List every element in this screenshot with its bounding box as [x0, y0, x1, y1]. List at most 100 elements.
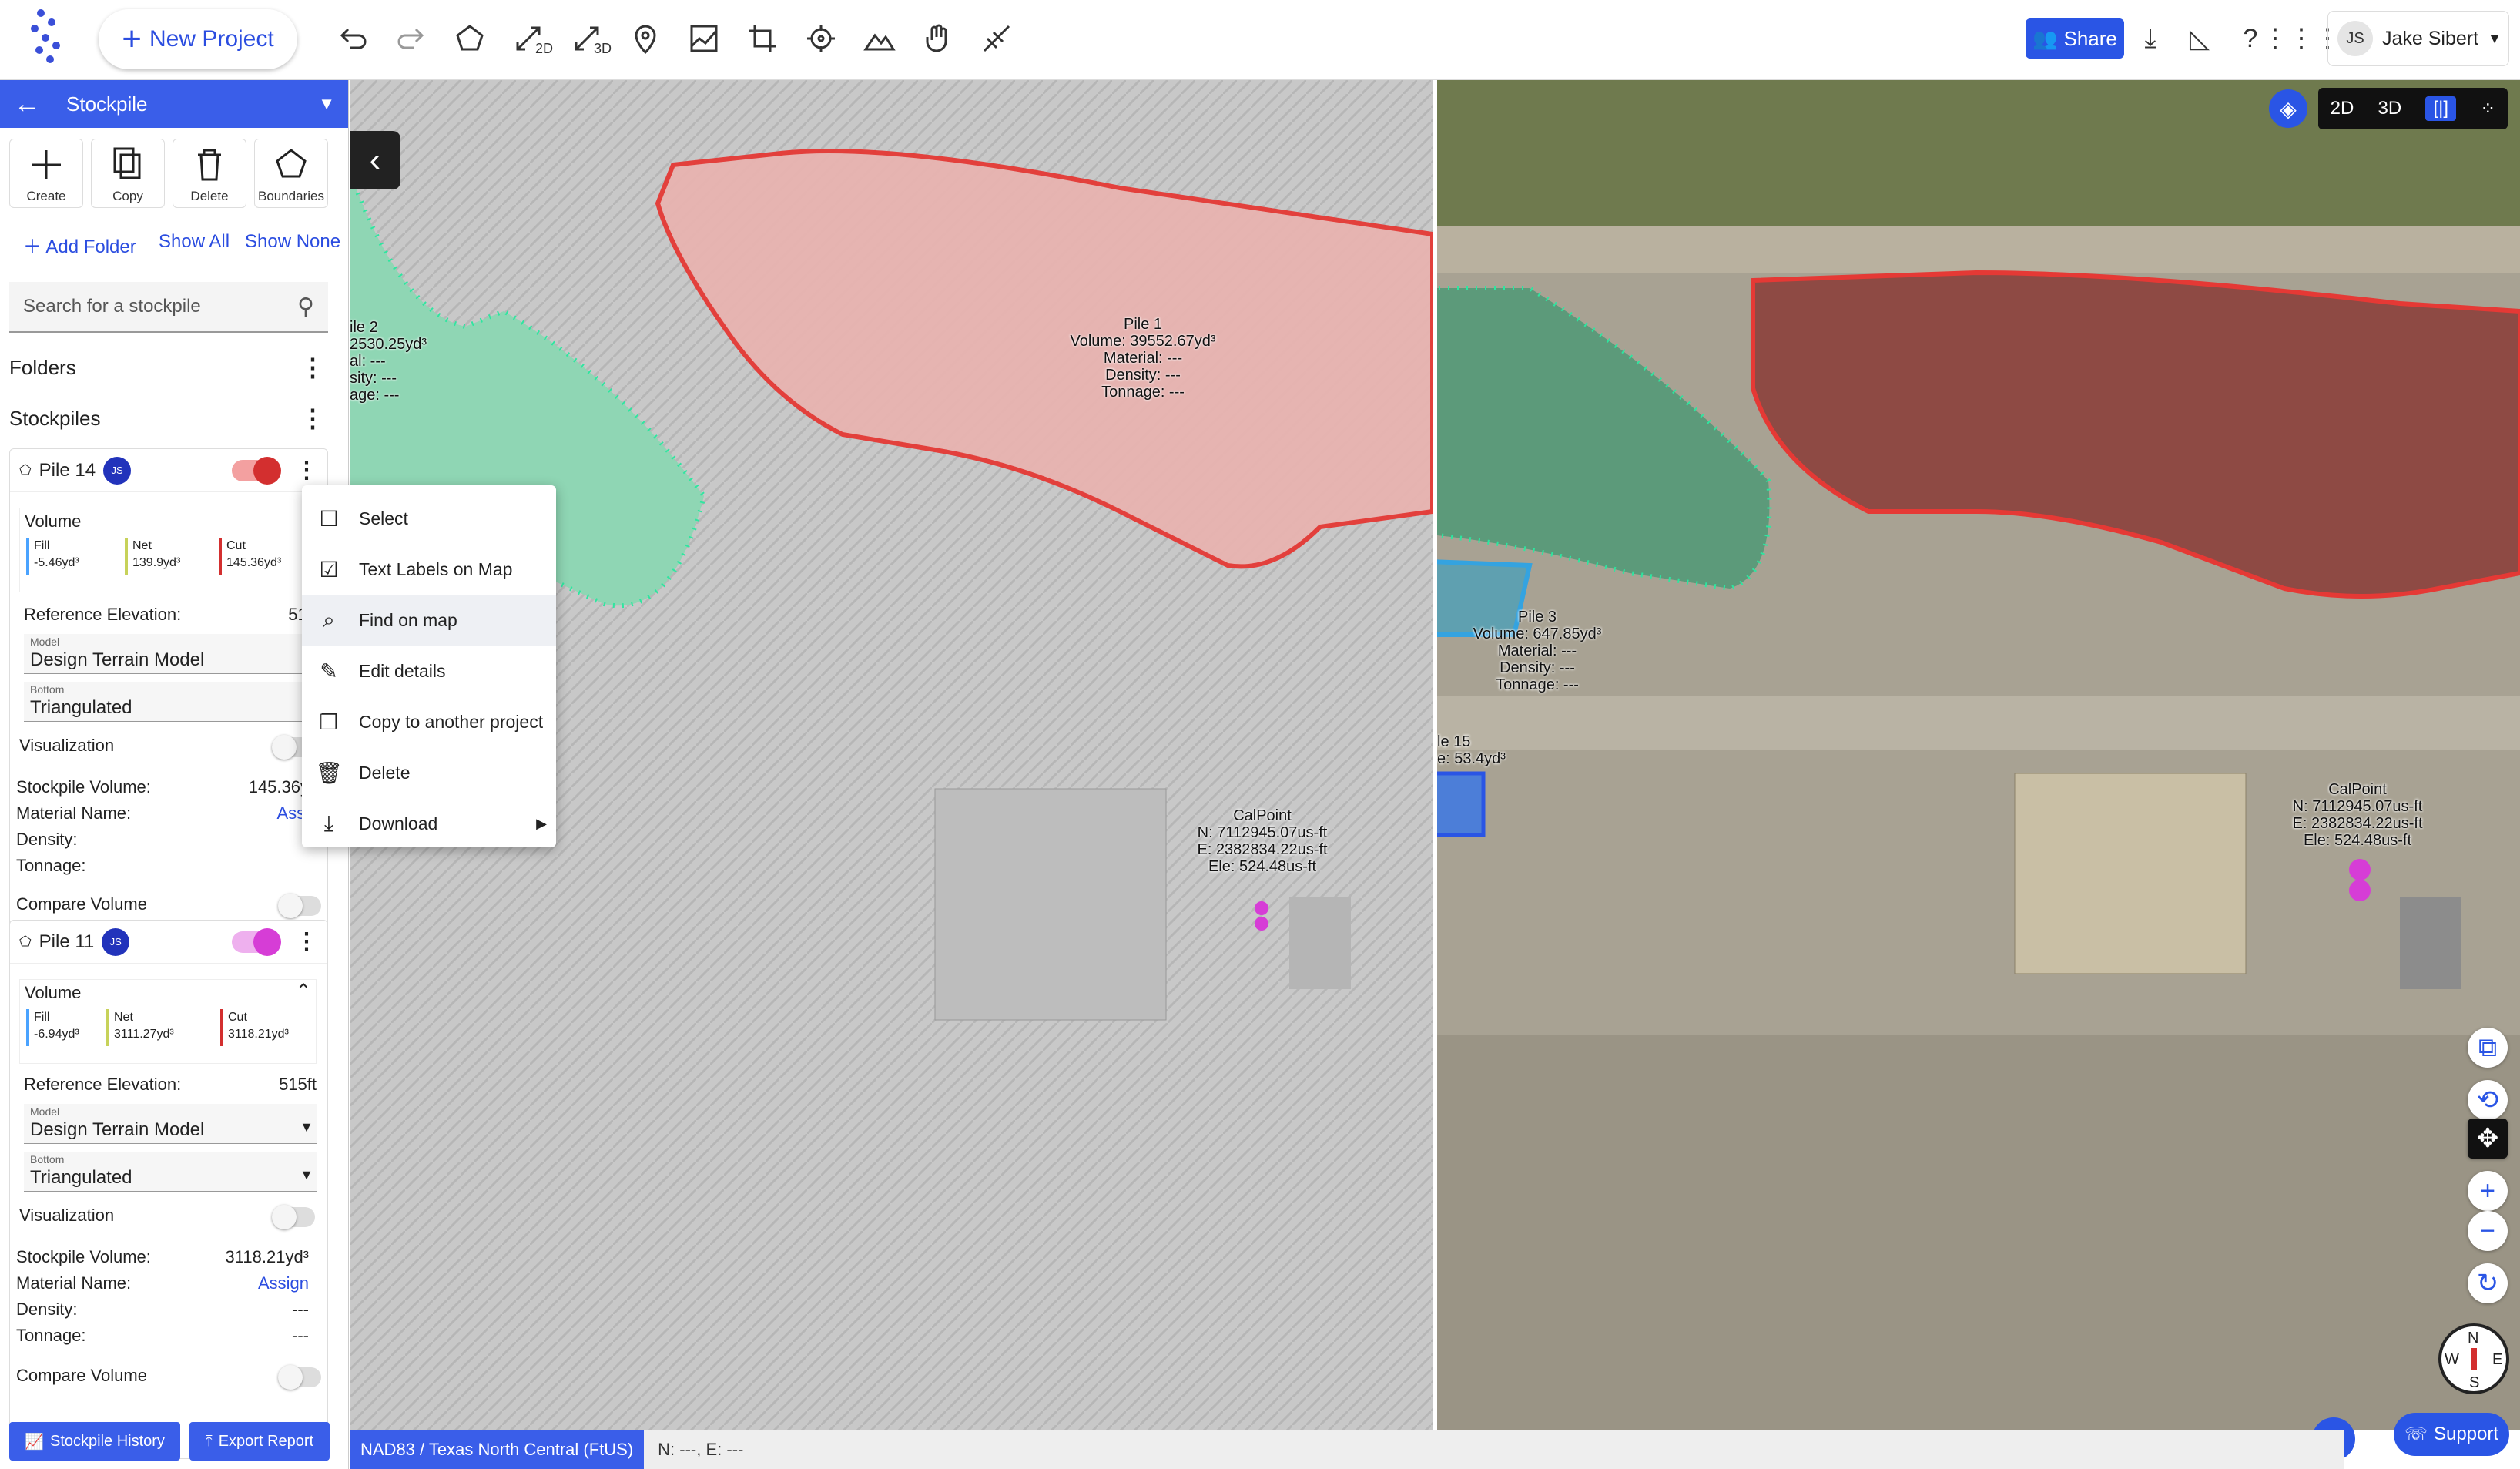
volume-label: Volume: [25, 511, 82, 531]
export-report-button[interactable]: ⤒ Export Report: [189, 1422, 330, 1461]
menu-item-select[interactable]: ☐ Select: [302, 493, 556, 544]
apps-grid-icon[interactable]: ⋮⋮⋮: [2262, 22, 2341, 55]
menu-item-text-labels[interactable]: ☑ Text Labels on Map: [302, 544, 556, 595]
calpoint-marker[interactable]: [2349, 859, 2371, 880]
compass-e: E: [2492, 1351, 2503, 1368]
label-line: al: ---: [350, 353, 386, 370]
user-menu[interactable]: JS Jake Sibert ▼: [2327, 11, 2509, 66]
new-project-button[interactable]: + New Project: [99, 9, 297, 69]
ruler-icon[interactable]: ◺: [2183, 22, 2217, 55]
crs-label[interactable]: NAD83 / Texas North Central (FtUS): [350, 1430, 645, 1469]
download-icon[interactable]: ⤓: [2133, 22, 2167, 55]
find-label: Find on map: [359, 609, 457, 630]
more-vertical-icon[interactable]: ⋮: [300, 404, 325, 433]
visualization-row: Visualization: [19, 736, 312, 756]
cut-label: Cut: [226, 539, 246, 552]
menu-item-delete[interactable]: 🗑 Delete: [302, 747, 556, 798]
create-button[interactable]: Create: [9, 139, 83, 208]
visibility-toggle[interactable]: [232, 456, 281, 485]
crop-icon[interactable]: [741, 17, 784, 60]
chevron-down-icon[interactable]: ▼: [318, 94, 335, 114]
add-folder-link[interactable]: ＋ Add Folder: [23, 231, 136, 258]
zoom-in-button[interactable]: +: [2468, 1171, 2508, 1211]
app-logo[interactable]: [29, 8, 68, 69]
fill-label: Fill: [34, 539, 50, 552]
assign-link[interactable]: Assign: [258, 1273, 309, 1293]
rotate-view-icon[interactable]: ⟲: [2468, 1080, 2508, 1120]
pile14-header[interactable]: ⬠ Pile 14 JS ⋮: [10, 449, 327, 492]
chevron-down-icon: ▼: [300, 1167, 313, 1182]
show-none-link[interactable]: Show None: [245, 231, 340, 253]
den-value: ---: [292, 1300, 309, 1319]
calpoint-marker[interactable]: [1255, 901, 1268, 915]
measure-3d-icon[interactable]: 3D: [565, 17, 612, 60]
pin-icon[interactable]: [624, 17, 667, 60]
cut-metric: Cut 3118.21yd³: [220, 1009, 289, 1046]
measure-2d-icon[interactable]: 2D: [507, 17, 553, 60]
calpoint-label: CalPoint N: 7112945.07us-ft E: 2382834.2…: [2277, 781, 2438, 849]
search-input[interactable]: Search for a stockpile ⚲: [9, 282, 328, 333]
compare-row: Compare Volume: [16, 1366, 309, 1386]
more-vertical-icon[interactable]: ⋮: [295, 457, 318, 484]
layers-icon[interactable]: ◈: [2269, 89, 2307, 128]
show-all-link[interactable]: Show All: [159, 231, 230, 253]
redo-icon[interactable]: [390, 17, 433, 60]
model-value: Design Terrain Model: [30, 1119, 205, 1140]
stockpile-history-button[interactable]: 📈 Stockpile History: [9, 1422, 180, 1461]
sidebar-title: Stockpile: [66, 92, 148, 116]
hand-icon[interactable]: [917, 17, 960, 60]
model-select[interactable]: ModelDesign Terrain Model▼: [24, 1104, 317, 1144]
sidebar-header[interactable]: ← Stockpile ▼: [0, 80, 348, 128]
profile-icon[interactable]: [682, 17, 726, 60]
share-button[interactable]: 👥 Share: [2026, 18, 2124, 59]
top-toolbar: + New Project 2D 3D 👥 Share ⤓ ◺ ? ⋮⋮⋮ JS…: [0, 0, 2520, 80]
ortho-map-view[interactable]: Pile 3 Volume: 647.85yd³ Material: --- D…: [1437, 80, 2520, 1430]
pencil-icon: ✎: [320, 659, 338, 683]
points-icon[interactable]: ⁘: [2480, 98, 2495, 120]
undo-icon[interactable]: [331, 17, 374, 60]
target-icon[interactable]: [799, 17, 843, 60]
polygon-icon: ⬠: [19, 462, 32, 478]
pile15-boundary[interactable]: [1437, 771, 1486, 837]
more-vertical-icon[interactable]: ⋮: [295, 928, 318, 955]
bottom-select[interactable]: BottomTriangulated▼: [24, 682, 317, 722]
compass-icon[interactable]: N S W E: [2438, 1323, 2509, 1394]
density-row: Density: ---: [16, 1300, 309, 1320]
compare-toggle[interactable]: [278, 894, 321, 918]
collapse-sidebar-button[interactable]: ‹: [350, 131, 400, 189]
pan-icon[interactable]: ✥: [2468, 1119, 2508, 1159]
more-vertical-icon[interactable]: ⋮: [300, 353, 325, 382]
back-arrow-icon[interactable]: ←: [14, 89, 40, 119]
model-select[interactable]: ModelDesign Terrain Model▼: [24, 634, 317, 674]
chart-icon: 📈: [25, 1433, 44, 1451]
compare-toggle[interactable]: [278, 1365, 321, 1390]
basemap-icon[interactable]: ⧉: [2468, 1028, 2508, 1068]
view-2d-button[interactable]: 2D: [2331, 98, 2354, 119]
tilt-icon[interactable]: [975, 17, 1018, 60]
cut-metric: Cut 145.36yd³: [219, 538, 281, 575]
view-3d-button[interactable]: 3D: [2378, 98, 2402, 119]
bottom-select[interactable]: BottomTriangulated▼: [24, 1152, 317, 1192]
zoom-out-button[interactable]: −: [2468, 1211, 2508, 1251]
delete-button[interactable]: Delete: [173, 139, 246, 208]
terrain-icon[interactable]: [858, 17, 901, 60]
menu-item-download[interactable]: ⤓ Download ▶: [302, 798, 556, 849]
pile3-label: Pile 3 Volume: 647.85yd³ Material: --- D…: [1460, 609, 1614, 693]
reset-rotation-icon[interactable]: ↻: [2468, 1263, 2508, 1303]
menu-item-find-on-map[interactable]: ⌕ Find on map: [302, 595, 556, 646]
label-line: Tonnage: ---: [1496, 676, 1579, 693]
label-line: Density: ---: [1500, 659, 1575, 676]
boundaries-button[interactable]: Boundaries: [254, 139, 328, 208]
copy-button[interactable]: Copy: [91, 139, 165, 208]
visualization-toggle[interactable]: [272, 1205, 315, 1229]
menu-item-copy[interactable]: ❐ Copy to another project: [302, 696, 556, 747]
chevron-up-icon[interactable]: ⌃: [296, 980, 311, 1002]
polygon-icon[interactable]: [448, 17, 491, 60]
visibility-toggle[interactable]: [232, 927, 281, 956]
split-view-icon[interactable]: [|]: [2425, 96, 2457, 121]
fill-metric: Fill -6.94yd³: [26, 1009, 79, 1046]
pile11-header[interactable]: ⬠ Pile 11 JS ⋮: [10, 921, 327, 964]
chevron-down-icon: ▼: [300, 1119, 313, 1135]
menu-item-edit-details[interactable]: ✎ Edit details: [302, 646, 556, 696]
support-button[interactable]: ☏ Support: [2394, 1413, 2509, 1456]
